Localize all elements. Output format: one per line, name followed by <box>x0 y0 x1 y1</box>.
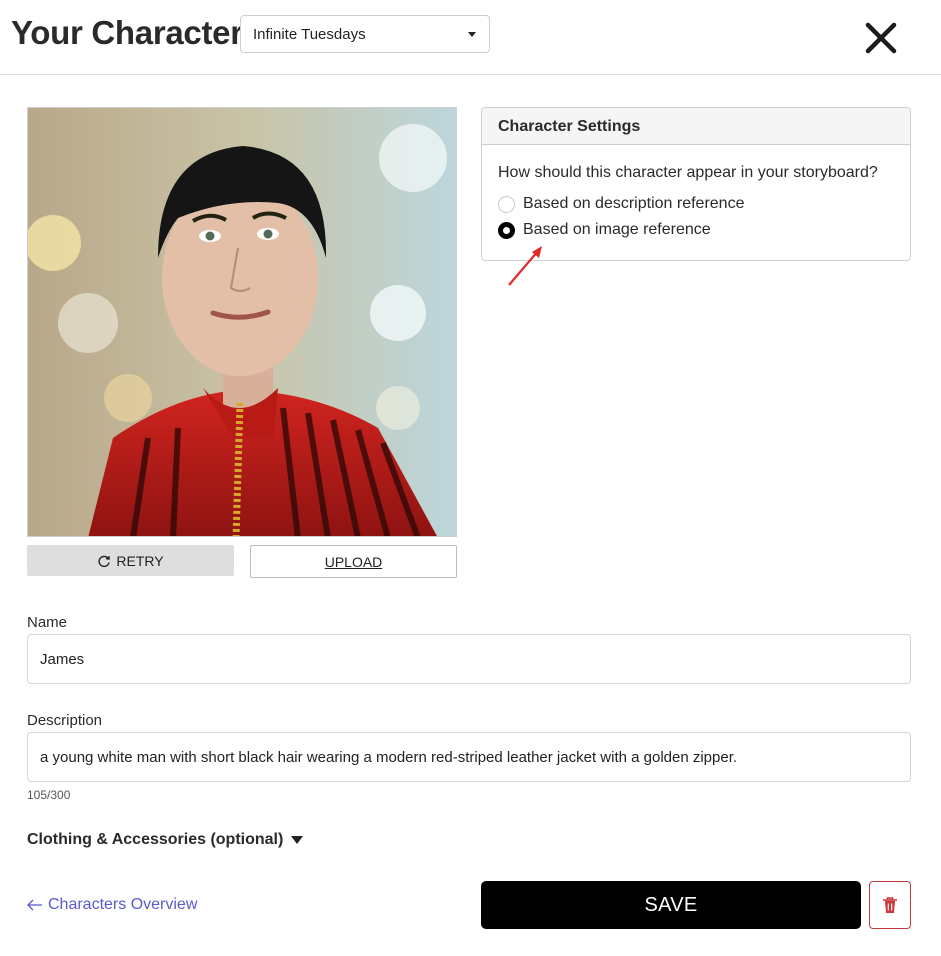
annotation-arrow-icon <box>508 246 542 286</box>
settings-question: How should this character appear in your… <box>498 164 878 181</box>
character-settings-card: Character Settings How should this chara… <box>481 107 911 261</box>
refresh-icon <box>98 555 111 567</box>
upload-label: UPLOAD <box>324 553 383 570</box>
header-bar: Your Character Infinite Tuesdays <box>0 0 941 75</box>
close-x-icon <box>865 22 897 54</box>
characters-overview-link[interactable]: Characters Overview <box>27 896 197 914</box>
clothing-label: Clothing & Accessories (optional) <box>27 831 284 848</box>
story-select[interactable]: Infinite Tuesdays <box>240 15 490 53</box>
close-button[interactable] <box>861 18 901 58</box>
back-link-label: Characters Overview <box>48 896 198 913</box>
description-label: Description <box>27 712 103 729</box>
name-label: Name <box>27 614 68 631</box>
description-input[interactable]: a young white man with short black hair … <box>27 732 911 782</box>
retry-label: RETRY <box>116 552 164 569</box>
character-portrait <box>27 107 457 537</box>
option-label: Based on image reference <box>523 221 711 238</box>
arrow-left-icon <box>27 899 42 911</box>
page-title: Your Character <box>11 14 243 51</box>
caret-down-icon <box>468 32 476 37</box>
trash-icon <box>883 897 897 913</box>
delete-button[interactable] <box>869 881 911 929</box>
option-label: Based on description reference <box>523 195 745 212</box>
clothing-accessories-toggle[interactable]: Clothing & Accessories (optional) <box>27 831 304 849</box>
description-value: a young white man with short black hair … <box>40 749 738 766</box>
option-description-reference[interactable]: Based on description reference <box>498 195 744 213</box>
upload-button[interactable]: UPLOAD <box>250 545 457 578</box>
settings-title: Character Settings <box>482 108 910 145</box>
radio-checked-icon[interactable] <box>498 221 515 239</box>
description-char-counter: 105/300 <box>27 788 71 802</box>
caret-down-icon <box>291 836 304 844</box>
name-value: James <box>40 651 85 668</box>
name-input[interactable]: James <box>27 634 911 684</box>
option-image-reference[interactable]: Based on image reference <box>498 221 711 239</box>
story-select-value: Infinite Tuesdays <box>253 26 366 43</box>
retry-button[interactable]: RETRY <box>27 545 234 576</box>
radio-unchecked-icon[interactable] <box>498 195 515 213</box>
save-button[interactable]: SAVE <box>481 881 861 929</box>
